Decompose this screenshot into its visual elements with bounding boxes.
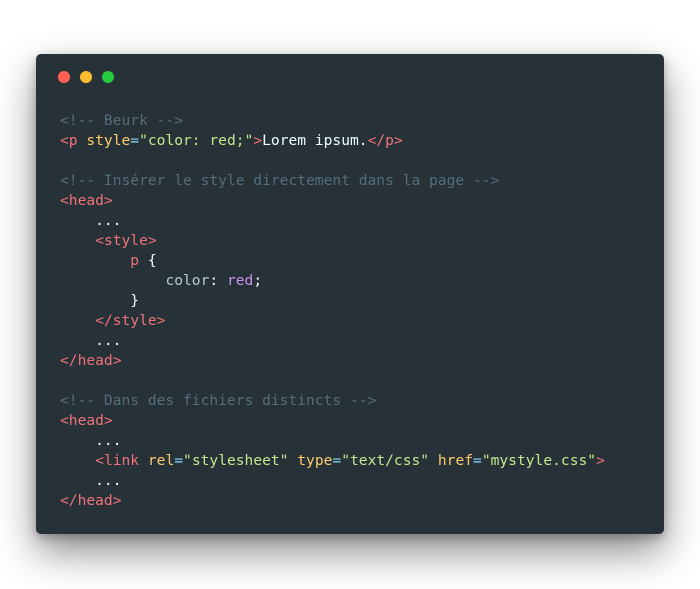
code-line: <style>: [60, 231, 654, 251]
code-line: ...: [60, 331, 654, 351]
code-token-tag: p: [130, 252, 140, 269]
code-token-tag: </style>: [95, 312, 166, 329]
close-window-button[interactable]: [58, 71, 70, 83]
code-token-string: "color: red;": [139, 132, 254, 149]
code-token-property: color: [165, 272, 210, 289]
code-token-comment: <!-- Insérer le style directement dans l…: [60, 172, 500, 189]
code-line: <head>: [60, 411, 654, 431]
window-titlebar: [36, 54, 664, 100]
code-line: ...: [60, 471, 654, 491]
code-line: </style>: [60, 311, 654, 331]
code-token-comment: <!-- Beurk -->: [60, 112, 184, 129]
code-token-text: ;: [253, 272, 263, 289]
code-token-string: "text/css": [341, 452, 430, 469]
code-token-text: ...: [60, 472, 122, 489]
code-line: </head>: [60, 351, 654, 371]
code-line: <!-- Insérer le style directement dans l…: [60, 171, 654, 191]
code-window: <!-- Beurk --> <p style="color: red;">Lor…: [36, 54, 664, 534]
code-token-string: "stylesheet": [183, 452, 289, 469]
code-token-text: Lorem ipsum.: [262, 132, 368, 149]
code-token-value: red: [226, 272, 254, 289]
minimize-window-button[interactable]: [80, 71, 92, 83]
code-token-tag: <head>: [60, 192, 113, 209]
code-token-attr: type: [288, 452, 333, 469]
code-token-punct: =: [473, 452, 482, 469]
code-token-text: }: [60, 292, 140, 309]
code-line: <p style="color: red;">Lorem ipsum.</p>: [60, 131, 654, 151]
code-token-tag: >: [596, 452, 605, 469]
code-token-tag: >: [253, 132, 263, 149]
code-line: <!-- Beurk -->: [60, 111, 654, 131]
code-token-tag: </p>: [367, 132, 403, 149]
code-line: ...: [60, 431, 654, 451]
code-line: color: red;: [60, 271, 654, 291]
maximize-window-button[interactable]: [102, 71, 114, 83]
code-token-text: ...: [60, 332, 122, 349]
code-token-tag: <p: [60, 132, 78, 149]
code-token-tag: <head>: [60, 412, 113, 429]
code-token-punct: =: [332, 452, 342, 469]
code-token-attr: style: [77, 132, 131, 149]
code-token-punct: =: [130, 132, 140, 149]
code-line: </head>: [60, 491, 654, 511]
code-token-comment: <!-- Dans des fichiers distincts -->: [60, 392, 377, 409]
code-line: <!-- Dans des fichiers distincts -->: [60, 391, 654, 411]
code-token-attr: href: [429, 452, 474, 469]
code-token-string: "mystyle.css": [481, 452, 597, 469]
code-token-text: ...: [60, 212, 122, 229]
code-token-punct: =: [174, 452, 184, 469]
code-line: }: [60, 291, 654, 311]
code-line: <head>: [60, 191, 654, 211]
code-token-text: {: [139, 252, 157, 269]
code-token-tag: </head>: [60, 492, 122, 509]
code-token-text: ...: [60, 432, 122, 449]
code-token-text: :: [209, 272, 227, 289]
code-token-attr: rel: [139, 452, 175, 469]
code-line: <link rel="stylesheet" type="text/css" h…: [60, 451, 654, 471]
code-token-tag: <link: [95, 452, 140, 469]
code-line: ...: [60, 211, 654, 231]
code-token-tag: </head>: [60, 352, 122, 369]
code-line: p {: [60, 251, 654, 271]
code-token-tag: <style>: [95, 232, 157, 249]
code-block: <!-- Beurk --> <p style="color: red;">Lor…: [60, 111, 654, 511]
